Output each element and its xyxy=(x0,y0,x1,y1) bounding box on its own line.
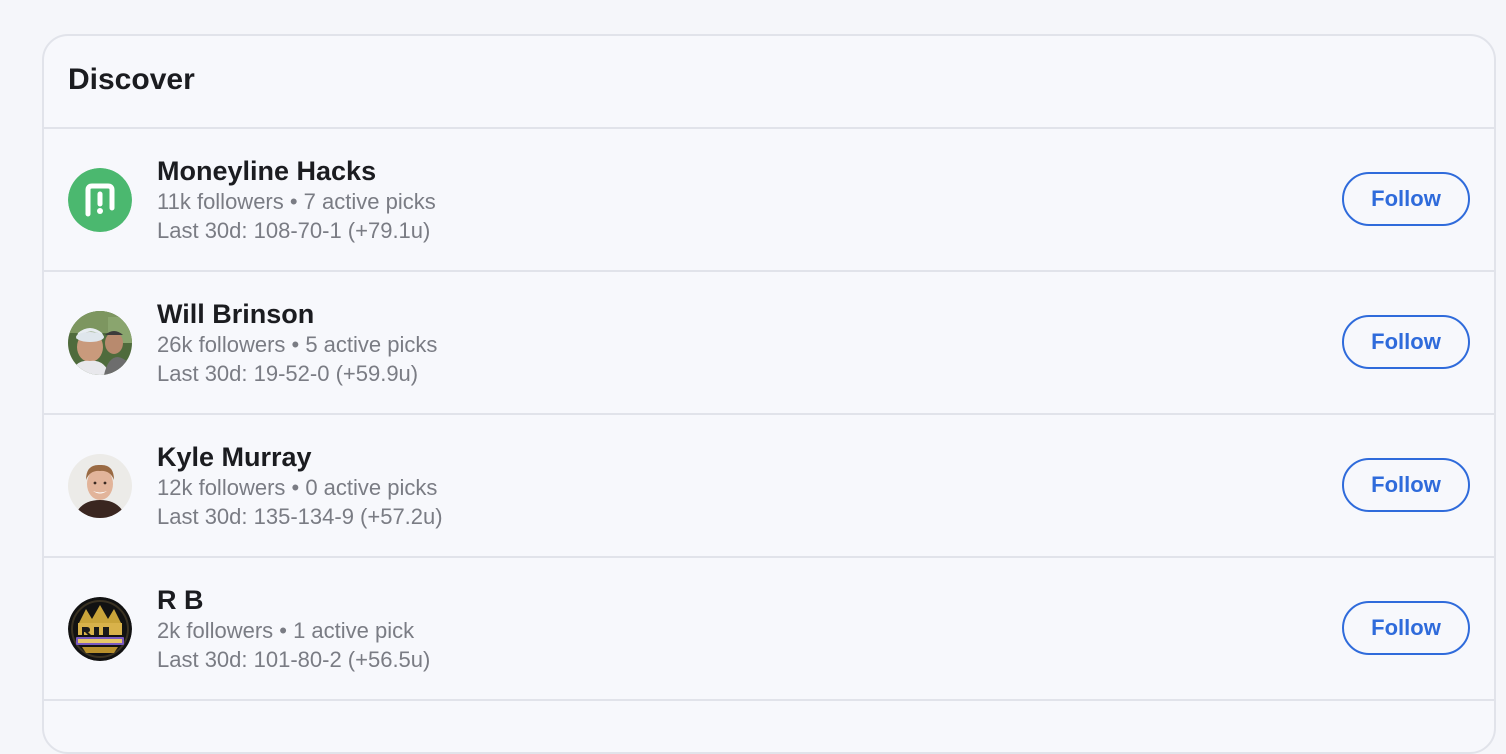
moneyline-hacks-logo-icon xyxy=(68,168,132,232)
rbs-sports-plays-logo-icon xyxy=(68,597,132,661)
avatar[interactable] xyxy=(68,454,132,518)
account-stats: 26k followers • 5 active picks xyxy=(157,332,438,357)
follow-button[interactable]: Follow xyxy=(1342,172,1470,226)
avatar[interactable] xyxy=(68,168,132,232)
user-photo-avatar xyxy=(68,454,132,518)
account-record: Last 30d: 108-70-1 (+79.1u) xyxy=(157,218,431,243)
avatar[interactable] xyxy=(68,311,132,375)
account-record: Last 30d: 135-134-9 (+57.2u) xyxy=(157,504,443,529)
discover-header: Discover xyxy=(44,36,1494,129)
account-stats: 2k followers • 1 active pick xyxy=(157,618,415,643)
account-name[interactable]: R B xyxy=(157,584,430,616)
follow-button[interactable]: Follow xyxy=(1342,315,1470,369)
account-info: Moneyline Hacks 11k followers • 7 active… xyxy=(157,155,436,245)
account-info: Kyle Murray 12k followers • 0 active pic… xyxy=(157,441,443,531)
discover-row: Will Brinson 26k followers • 5 active pi… xyxy=(44,272,1494,415)
account-name[interactable]: Will Brinson xyxy=(157,298,437,330)
account-info: R B 2k followers • 1 active pick Last 30… xyxy=(157,584,430,674)
discover-card: Discover Moneyline Hacks 11k followers •… xyxy=(42,34,1496,754)
follow-button[interactable]: Follow xyxy=(1342,458,1470,512)
discover-row: Moneyline Hacks 11k followers • 7 active… xyxy=(44,129,1494,272)
account-stats: 11k followers • 7 active picks xyxy=(157,189,436,214)
account-name[interactable]: Moneyline Hacks xyxy=(157,155,436,187)
account-info: Will Brinson 26k followers • 5 active pi… xyxy=(157,298,437,388)
discover-title: Discover xyxy=(68,63,195,96)
account-name[interactable]: Kyle Murray xyxy=(157,441,443,473)
account-record: Last 30d: 101-80-2 (+56.5u) xyxy=(157,647,431,672)
account-stats: 12k followers • 0 active picks xyxy=(157,475,438,500)
discover-row: Kyle Murray 12k followers • 0 active pic… xyxy=(44,415,1494,558)
account-record: Last 30d: 19-52-0 (+59.9u) xyxy=(157,361,419,386)
discover-row: R B 2k followers • 1 active pick Last 30… xyxy=(44,558,1494,701)
avatar[interactable] xyxy=(68,597,132,661)
follow-button[interactable]: Follow xyxy=(1342,601,1470,655)
user-photo-avatar xyxy=(68,311,132,375)
